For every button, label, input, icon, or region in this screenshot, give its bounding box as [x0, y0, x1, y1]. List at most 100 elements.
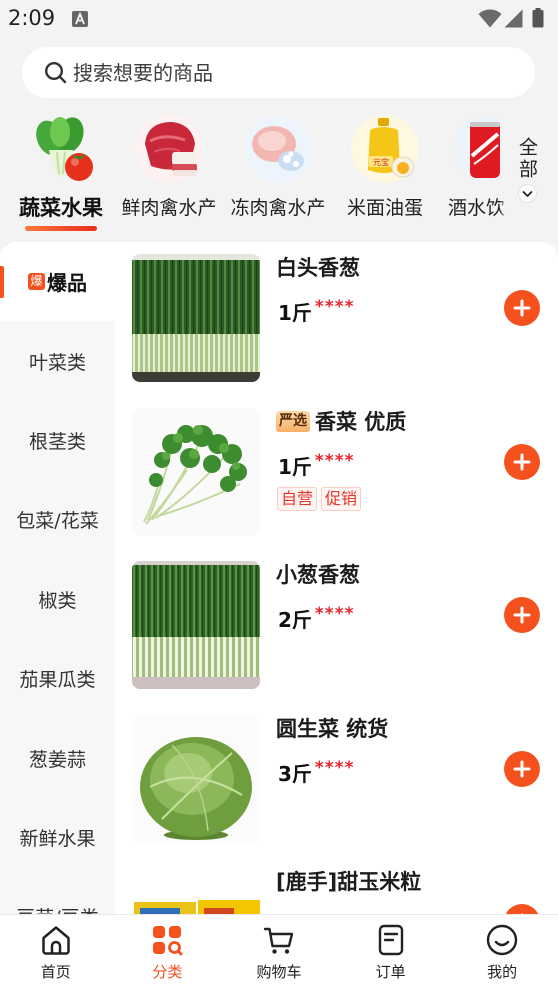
add-to-cart-button[interactable] [504, 904, 540, 914]
product-tags: 自营 促销 [277, 486, 365, 511]
product-image [132, 407, 260, 536]
nav-label: 购物车 [256, 963, 302, 981]
sidebar-item-root[interactable]: 根茎类 [0, 401, 115, 480]
product-title: 严选 香菜 优质 [276, 408, 406, 436]
category-tab-frozen-meat[interactable]: 冻肉禽水产 [224, 108, 332, 236]
sidebar-item-leafy[interactable]: 叶菜类 [0, 321, 115, 400]
category-tab-drinks[interactable]: 酒水饮 [440, 108, 506, 236]
category-selected-underline [25, 226, 97, 231]
nav-label: 我的 [487, 963, 518, 981]
product-title: 白头香葱 [276, 254, 360, 282]
cilantro-image [132, 407, 260, 536]
sidebar-item-label: 椒类 [38, 589, 77, 612]
lettuce-image [132, 714, 260, 843]
plus-icon [513, 606, 531, 624]
product-price-line: 1斤 **** [278, 450, 355, 481]
sidebar-item-peppers[interactable]: 椒类 [0, 560, 115, 639]
nav-category[interactable]: 分类 [112, 915, 224, 992]
search-icon [44, 61, 67, 84]
all-categories-label: 全部 [516, 137, 538, 181]
fresh-meat-icon [135, 115, 203, 183]
sidebar-item-label: 豆芽/豆类 [16, 903, 98, 914]
vegetables-fruit-icon [36, 117, 93, 181]
sidebar-item-cabbage[interactable]: 包菜/花菜 [0, 480, 115, 559]
add-to-cart-button[interactable] [504, 443, 540, 480]
category-label: 蔬菜水果 [19, 196, 103, 220]
sidebar-item-label: 根茎类 [28, 430, 86, 453]
selected-quality-badge: 严选 [276, 411, 310, 432]
product-name: 白头香葱 [276, 256, 360, 280]
sidebar-item-gourds[interactable]: 茄果瓜类 [0, 639, 115, 718]
add-to-cart-button[interactable] [504, 597, 540, 633]
product-title: 圆生菜 统货 [276, 715, 388, 743]
nav-label: 首页 [40, 963, 71, 981]
product-price-line: 1斤 **** [278, 297, 355, 327]
product-card[interactable]: 小葱香葱 2斤 **** [132, 561, 558, 714]
product-unit: 1斤 [278, 301, 312, 325]
scallion-image [132, 561, 260, 689]
category-label: 冻肉禽水产 [230, 197, 326, 219]
plus-icon [513, 760, 531, 777]
product-price: **** [314, 450, 355, 471]
plus-icon [513, 453, 531, 470]
sidebar-item-label: 葱姜蒜 [28, 748, 86, 771]
product-card[interactable]: 白头香葱 1斤 **** [132, 254, 558, 407]
nav-orders[interactable]: 订单 [335, 915, 447, 992]
product-price: **** [314, 757, 355, 778]
profile-icon [486, 924, 518, 956]
sidebar-item-hot[interactable]: 爆 爆品 [0, 242, 115, 322]
product-name: 圆生菜 统货 [276, 716, 389, 741]
nav-cart[interactable]: 购物车 [223, 915, 335, 992]
search-bar[interactable] [22, 47, 535, 98]
category-tab-vegetables-fruit[interactable]: 蔬菜水果 [7, 108, 115, 236]
cart-icon [263, 927, 294, 954]
sidebar-item-label: 爆品 [47, 271, 87, 296]
nav-profile[interactable]: 我的 [446, 915, 558, 992]
category-tab-fresh-meat[interactable]: 鲜肉禽水产 [115, 108, 223, 236]
product-image [132, 868, 260, 914]
sweet-corn-image [132, 868, 260, 914]
signal-icon [504, 9, 523, 28]
product-unit: 3斤 [278, 761, 312, 786]
main-panel: 爆 爆品 叶菜类 根茎类 包菜/花菜 椒类 茄果瓜类 葱姜蒜 新鲜水果 豆芽/豆… [0, 242, 558, 914]
search-input[interactable] [73, 47, 513, 98]
product-name: [鹿手]甜玉米粒 [276, 870, 422, 894]
sidebar-selected-indicator [0, 266, 4, 298]
nav-label: 订单 [375, 963, 406, 981]
nav-home[interactable]: 首页 [0, 915, 112, 992]
rice-oil-egg-icon: 元宝 [351, 115, 419, 183]
product-price: **** [314, 297, 355, 317]
sidebar-item-onion-ginger-garlic[interactable]: 葱姜蒜 [0, 718, 115, 797]
chevron-down-icon [518, 184, 537, 203]
product-title: [鹿手]甜玉米粒 [276, 868, 421, 896]
add-to-cart-button[interactable] [504, 750, 540, 787]
subcategory-sidebar[interactable]: 爆 爆品 叶菜类 根茎类 包菜/花菜 椒类 茄果瓜类 葱姜蒜 新鲜水果 豆芽/豆… [0, 242, 115, 914]
product-card[interactable]: [鹿手]甜玉米粒 [132, 868, 558, 914]
sidebar-item-label: 新鲜水果 [19, 827, 96, 850]
brand-logo-text: 元宝 [373, 157, 389, 167]
a-notification-icon [72, 11, 88, 27]
sidebar-item-beans[interactable]: 豆芽/豆类 [0, 877, 115, 914]
wifi-icon [478, 9, 502, 28]
all-categories-button[interactable]: 全部 [500, 108, 558, 236]
product-image [132, 714, 260, 843]
battery-icon [532, 8, 544, 28]
green-onion-image [132, 254, 260, 382]
category-label: 米面油蛋 [346, 197, 423, 219]
sidebar-item-label: 茄果瓜类 [19, 669, 96, 692]
home-icon [42, 926, 70, 955]
product-price-line: 2斤 **** [278, 604, 354, 634]
product-card[interactable]: 严选 香菜 优质 1斤 **** 自营 促销 [132, 407, 558, 561]
product-image [132, 254, 260, 382]
product-card[interactable]: 圆生菜 统货 3斤 **** [132, 714, 558, 868]
sidebar-item-label: 叶菜类 [28, 351, 86, 374]
category-icon [153, 926, 183, 956]
sidebar-item-fruit[interactable]: 新鲜水果 [0, 798, 115, 877]
plus-icon [513, 299, 531, 317]
category-tab-rice-oil-egg[interactable]: 元宝 米面油蛋 [331, 108, 439, 236]
frozen-meat-icon [244, 115, 312, 183]
category-tabs[interactable]: 蔬菜水果 鲜肉禽水产 冻肉禽水产 元宝 米面油蛋 酒水饮 [0, 108, 506, 236]
add-to-cart-button[interactable] [504, 290, 540, 326]
nav-label: 分类 [152, 963, 183, 981]
category-label: 鲜肉禽水产 [121, 197, 217, 219]
